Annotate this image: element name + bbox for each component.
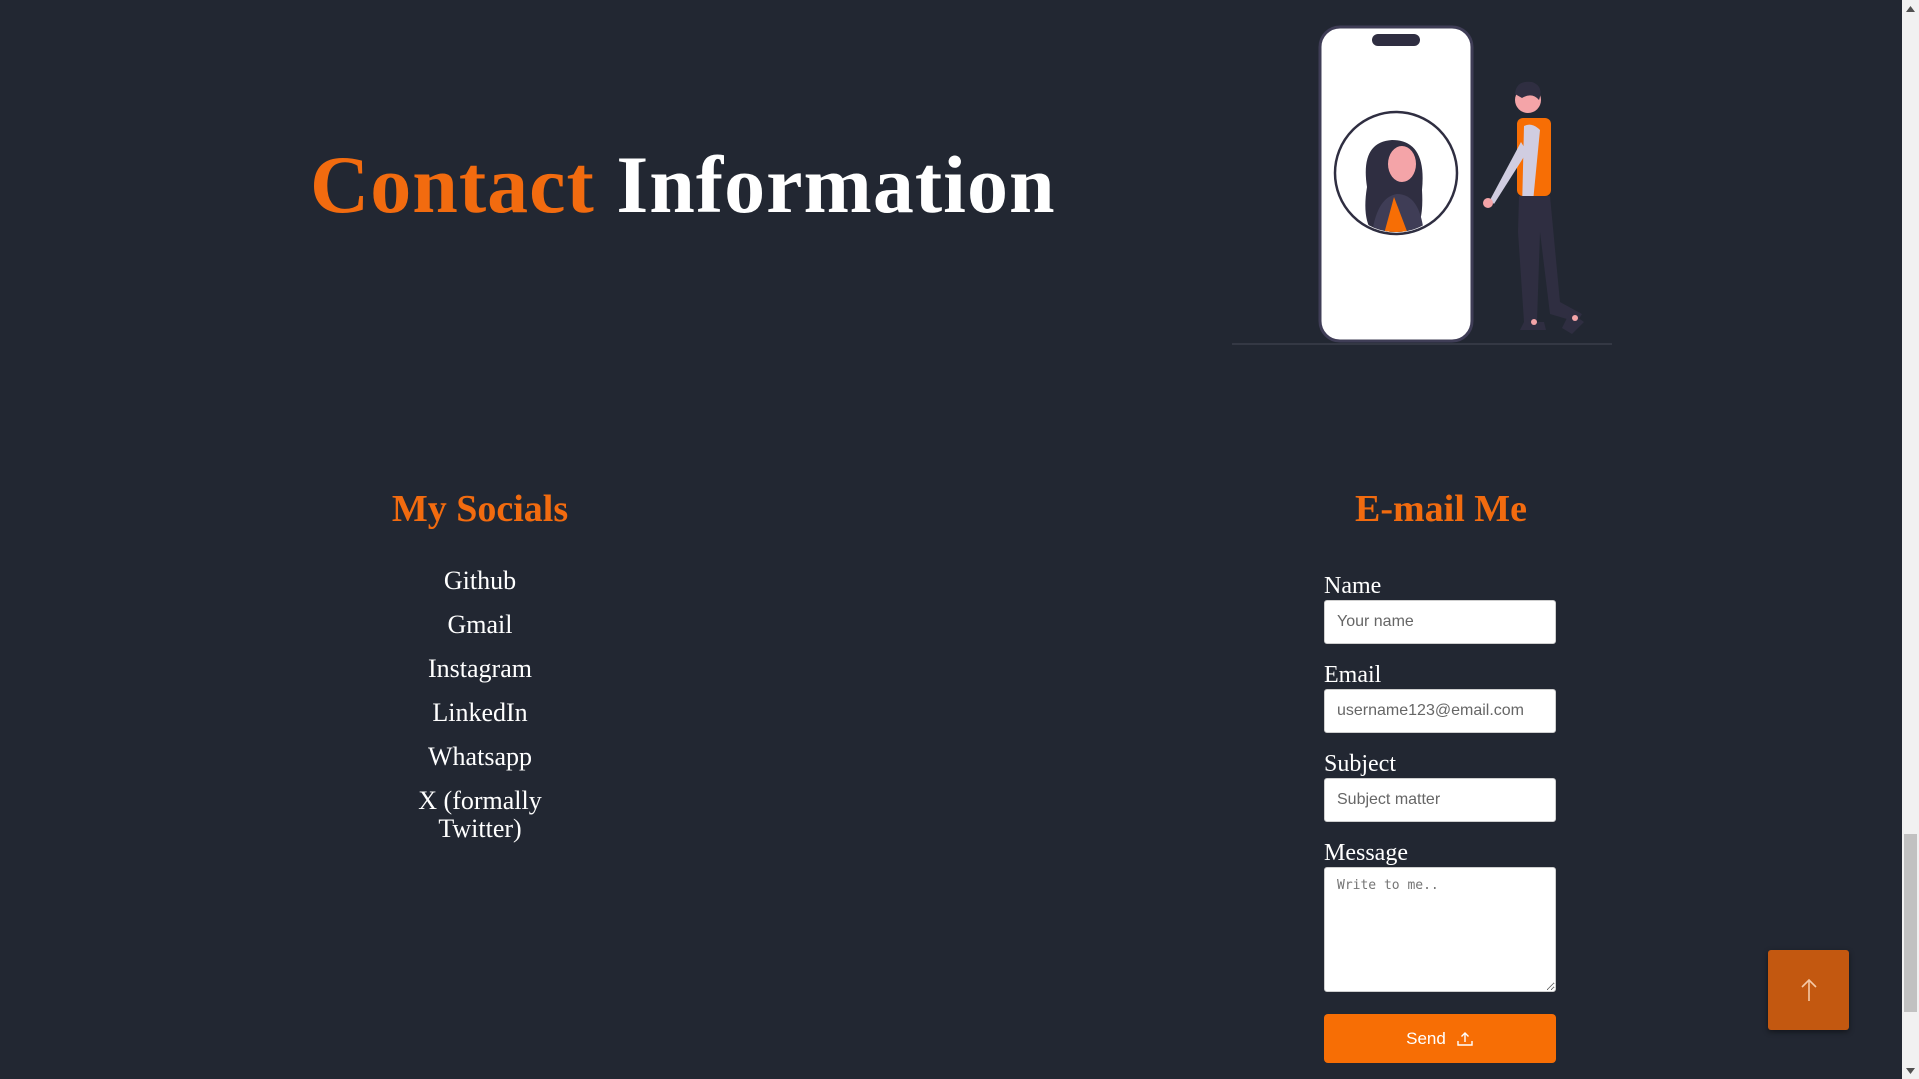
scroll-down-arrow-icon[interactable] (1902, 1062, 1919, 1079)
contact-page: Contact Information My Socials Github Gm… (0, 0, 1919, 1079)
email-label: Email (1324, 662, 1382, 688)
email-input[interactable] (1324, 689, 1556, 733)
send-button-label: Send (1406, 1028, 1446, 1048)
message-textarea[interactable] (1324, 867, 1556, 992)
socials-heading: My Socials (391, 488, 569, 530)
contact-illustration (1232, 25, 1612, 345)
social-link-whatsapp[interactable]: Whatsapp (400, 743, 560, 771)
message-label: Message (1324, 840, 1408, 866)
subject-label: Subject (1324, 751, 1396, 777)
subject-input[interactable] (1324, 778, 1556, 822)
scrollbar-thumb[interactable] (1904, 834, 1917, 1012)
vertical-scrollbar[interactable] (1902, 0, 1919, 1079)
social-link-x[interactable]: X (formally Twitter) (400, 787, 560, 843)
back-to-top-button[interactable] (1768, 950, 1849, 1030)
socials-list: Github Gmail Instagram LinkedIn Whatsapp… (400, 567, 560, 859)
page-title-rest: Information (616, 139, 1056, 230)
name-label: Name (1324, 573, 1382, 599)
social-link-gmail[interactable]: Gmail (400, 611, 560, 639)
name-input[interactable] (1324, 600, 1556, 644)
social-link-github[interactable]: Github (400, 567, 560, 595)
arrow-up-icon (1800, 978, 1817, 1001)
page-title: Contact Information (310, 138, 1056, 232)
social-link-instagram[interactable]: Instagram (400, 655, 560, 683)
email-heading: E-mail Me (1354, 488, 1527, 530)
page-title-accent: Contact (310, 139, 595, 230)
scroll-up-arrow-icon[interactable] (1902, 0, 1919, 17)
upload-icon (1457, 1031, 1473, 1046)
send-button[interactable]: Send (1324, 1014, 1556, 1063)
social-link-linkedin[interactable]: LinkedIn (400, 699, 560, 727)
contact-form: Name Email Subject Message Send (1324, 572, 1556, 1063)
